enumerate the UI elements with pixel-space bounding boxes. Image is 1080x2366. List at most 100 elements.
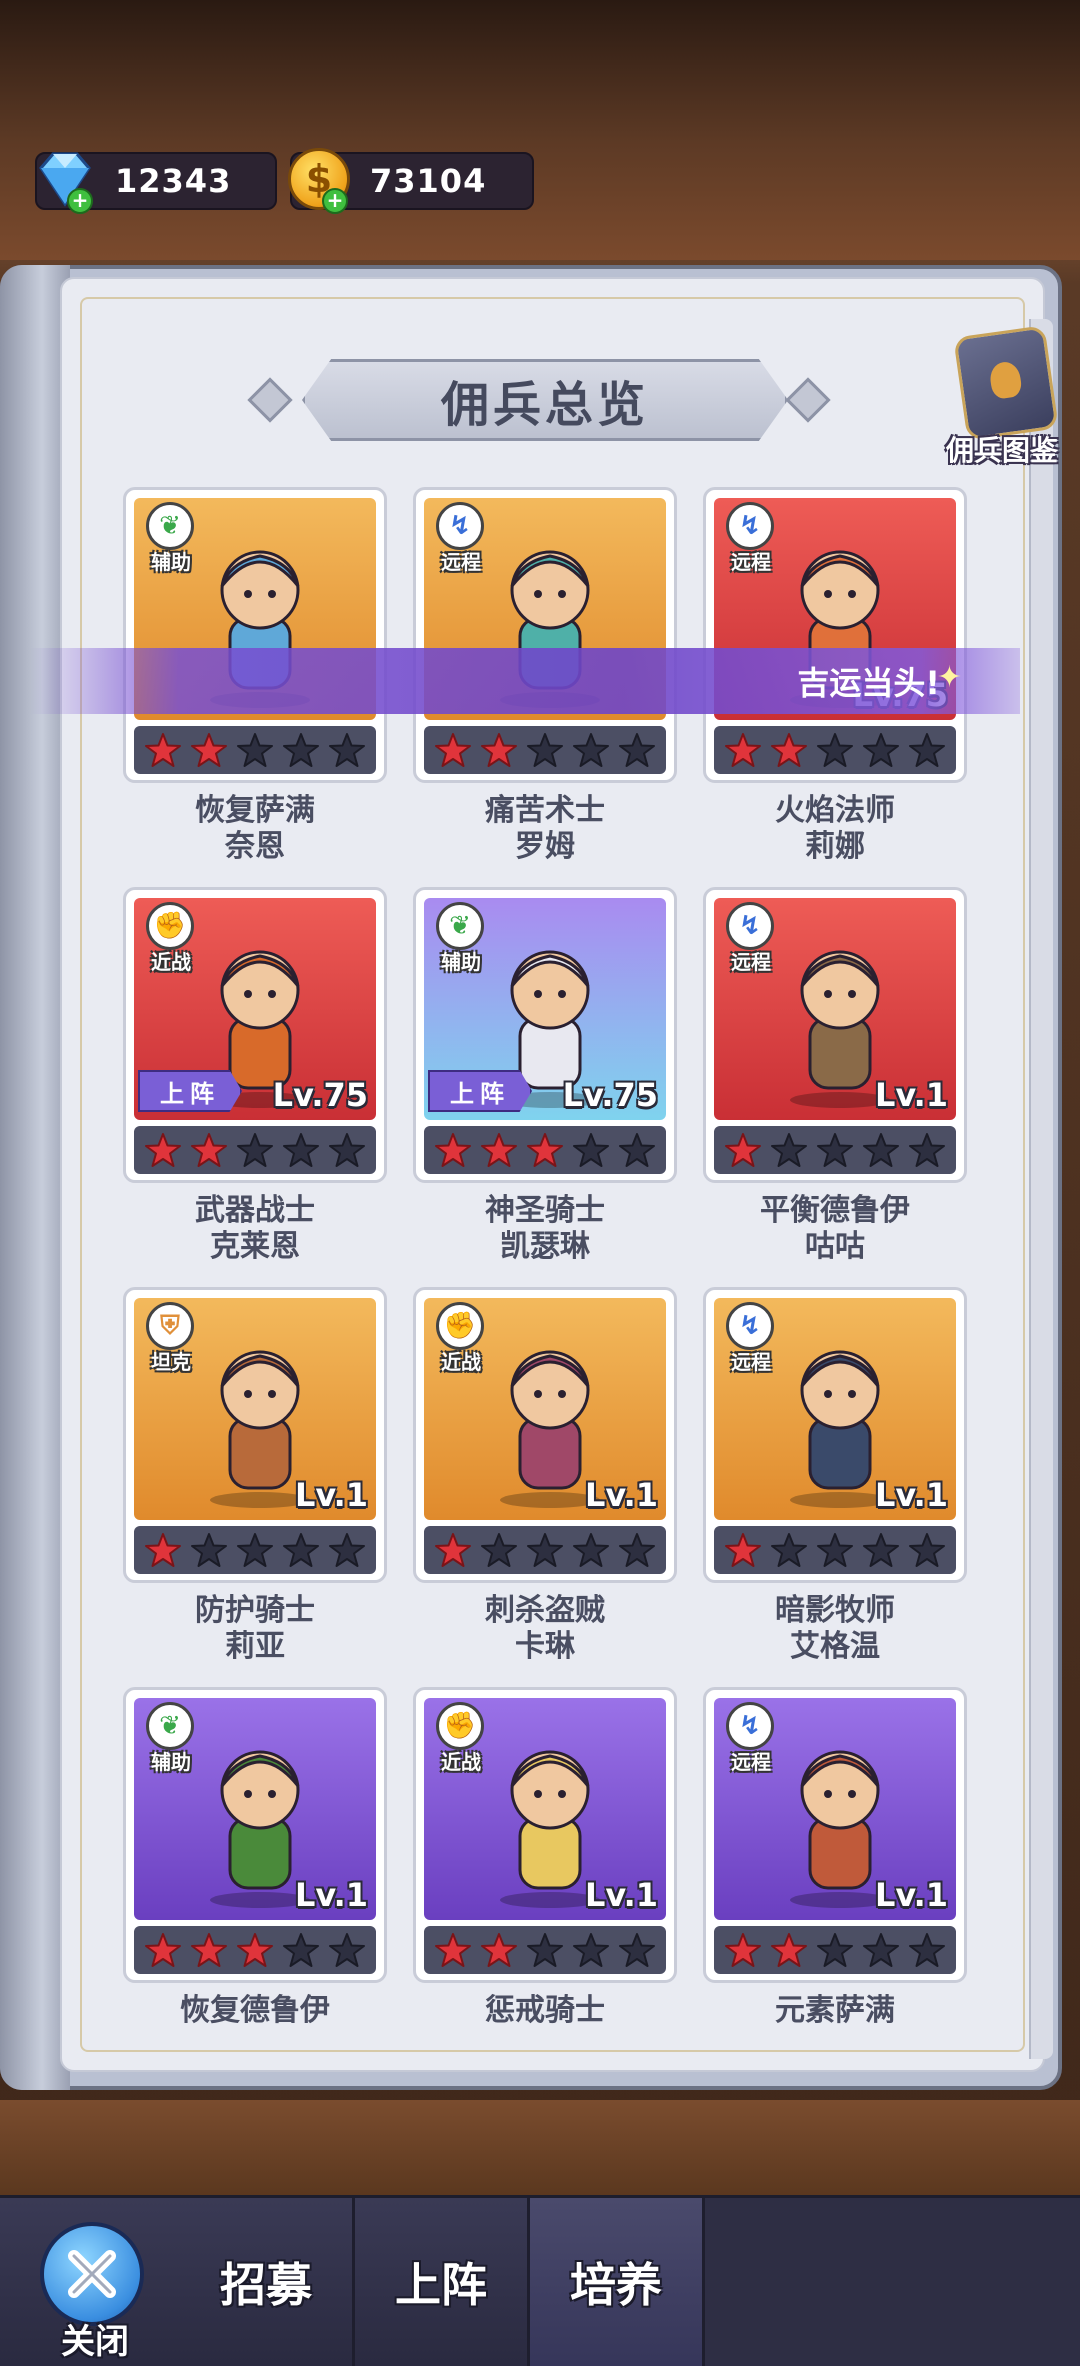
mercenary-card[interactable]: ↯ 远程 Lv.1 bbox=[703, 887, 967, 1183]
melee-role-icon: ✊ bbox=[436, 1702, 484, 1750]
bottom-nav: 招募 上阵 培养 bbox=[0, 2195, 1080, 2366]
mercenary-card[interactable]: ✊ 近战 Lv.1 bbox=[413, 1287, 677, 1583]
page-edge bbox=[1029, 319, 1053, 2059]
mercenary-card[interactable]: ↯ 远程 Lv.1 bbox=[703, 1687, 967, 1983]
level-label: Lv.1 bbox=[874, 1076, 948, 1114]
top-wood-bar bbox=[0, 0, 1080, 260]
star-rating bbox=[714, 1126, 956, 1174]
mercenary-class: 神圣骑士 bbox=[485, 1193, 605, 1228]
star-empty-icon bbox=[909, 1533, 945, 1567]
nav-train-button[interactable]: 培养 bbox=[530, 2198, 705, 2366]
star-filled-icon bbox=[237, 1933, 273, 1967]
mercenary-name: 暗影牧师 艾格温 bbox=[703, 1593, 967, 1665]
star-filled-icon bbox=[191, 1933, 227, 1967]
star-empty-icon bbox=[863, 1933, 899, 1967]
mercenary-name: 防护骑士 莉亚 bbox=[123, 1593, 387, 1665]
mercenary-card[interactable]: ↯远程Lv.75 bbox=[703, 487, 967, 783]
book-icon bbox=[953, 325, 1059, 441]
codex-button[interactable]: 佣兵图鉴 bbox=[942, 325, 1062, 481]
role-badge: ↯ 远程 bbox=[718, 902, 784, 974]
mercenary-class: 元素萨满 bbox=[775, 1993, 895, 2028]
role-badge: ✊ 近战 bbox=[428, 1302, 494, 1374]
star-empty-icon bbox=[573, 1933, 609, 1967]
close-button[interactable]: 关闭 bbox=[30, 2222, 160, 2362]
star-filled-icon bbox=[145, 1133, 181, 1167]
mercenary-name: 元素萨满 bbox=[703, 1993, 967, 2029]
mercenary-class: 刺杀盗贼 bbox=[485, 1593, 605, 1628]
star-empty-icon bbox=[237, 733, 273, 767]
mercenary-name: 恢复德鲁伊 bbox=[123, 1993, 387, 2029]
star-filled-icon bbox=[191, 733, 227, 767]
mercenary-given-name: 克莱恩 bbox=[210, 1229, 300, 1264]
level-label: Lv.1 bbox=[584, 1876, 658, 1914]
mercenary-name: 痛苦术士 罗姆 bbox=[413, 793, 677, 865]
gem-amount: 12343 bbox=[115, 162, 232, 200]
mercenary-name: 惩戒骑士 bbox=[413, 1993, 677, 2029]
star-empty-icon bbox=[481, 1533, 517, 1567]
star-empty-icon bbox=[283, 1933, 319, 1967]
role-badge: ❦ 辅助 bbox=[138, 1702, 204, 1774]
star-empty-icon bbox=[573, 1133, 609, 1167]
mercenary-name: 武器战士 克莱恩 bbox=[123, 1193, 387, 1265]
role-badge: ↯ 远程 bbox=[718, 1302, 784, 1374]
star-empty-icon bbox=[619, 1533, 655, 1567]
star-filled-icon bbox=[481, 1933, 517, 1967]
gem-counter[interactable]: + 12343 bbox=[35, 152, 277, 214]
mercenary-card[interactable]: ✊ 近战 Lv.1 bbox=[413, 1687, 677, 1983]
mercenary-card[interactable]: ❦ 辅助 bbox=[123, 487, 387, 783]
role-badge: ↯ 远程 bbox=[718, 1702, 784, 1774]
role-badge: ✊ 近战 bbox=[138, 902, 204, 974]
bottom-wood-bar bbox=[0, 2100, 1080, 2195]
add-gems-icon[interactable]: + bbox=[67, 188, 93, 214]
mercenary-card[interactable]: ✊ 近战 上阵 Lv.75 bbox=[123, 887, 387, 1183]
level-label: Lv.1 bbox=[874, 1876, 948, 1914]
star-filled-icon bbox=[435, 733, 471, 767]
role-badge: ⛨ 坦克 bbox=[138, 1302, 204, 1374]
mercenary-given-name: 罗姆 bbox=[515, 829, 575, 864]
role-label: 近战 bbox=[441, 1350, 481, 1374]
mercenary-card[interactable]: ⛨ 坦克 Lv.1 bbox=[123, 1287, 387, 1583]
mercenary-card[interactable]: ❦ 辅助 Lv.1 bbox=[123, 1687, 387, 1983]
star-empty-icon bbox=[817, 733, 853, 767]
mercenary-portrait: ✊ 近战 上阵 Lv.75 bbox=[134, 898, 376, 1120]
title-banner: 佣兵总览 bbox=[302, 359, 788, 441]
role-label: 远程 bbox=[731, 950, 771, 974]
star-filled-icon bbox=[725, 733, 761, 767]
star-rating bbox=[424, 1926, 666, 1974]
star-filled-icon bbox=[145, 733, 181, 767]
mercenary-class: 防护骑士 bbox=[195, 1593, 315, 1628]
level-label: Lv.1 bbox=[294, 1876, 368, 1914]
mercenary-card[interactable]: ↯ 远程 bbox=[413, 487, 677, 783]
ranged-role-icon: ↯ bbox=[726, 902, 774, 950]
star-rating bbox=[134, 1126, 376, 1174]
star-empty-icon bbox=[573, 733, 609, 767]
mercenary-class: 暗影牧师 bbox=[775, 1593, 895, 1628]
star-empty-icon bbox=[329, 1933, 365, 1967]
star-empty-icon bbox=[527, 733, 563, 767]
mercenary-given-name: 奈恩 bbox=[225, 829, 285, 864]
mercenary-given-name: 莉亚 bbox=[225, 1629, 285, 1664]
mercenary-card[interactable]: ↯ 远程 Lv.1 bbox=[703, 1287, 967, 1583]
star-empty-icon bbox=[619, 1933, 655, 1967]
nav-train-label: 培养 bbox=[570, 2258, 662, 2312]
melee-role-icon: ✊ bbox=[146, 902, 194, 950]
gold-counter[interactable]: $ + 73104 bbox=[288, 148, 534, 214]
add-gold-icon[interactable]: + bbox=[322, 188, 348, 214]
star-empty-icon bbox=[283, 1133, 319, 1167]
star-empty-icon bbox=[329, 1133, 365, 1167]
level-label: Lv.1 bbox=[584, 1476, 658, 1514]
star-empty-icon bbox=[329, 1533, 365, 1567]
mercenary-card[interactable]: ❦ 辅助 上阵 Lv.75 bbox=[413, 887, 677, 1183]
mercenary-given-name: 莉娜 bbox=[805, 829, 865, 864]
level-label: Lv.1 bbox=[874, 1476, 948, 1514]
mercenary-portrait: ⛨ 坦克 Lv.1 bbox=[134, 1298, 376, 1520]
role-label: 坦克 bbox=[151, 1350, 191, 1374]
star-empty-icon bbox=[237, 1133, 273, 1167]
star-empty-icon bbox=[909, 1133, 945, 1167]
role-label: 近战 bbox=[151, 950, 191, 974]
nav-deploy-button[interactable]: 上阵 bbox=[355, 2198, 530, 2366]
nav-recruit-button[interactable]: 招募 bbox=[180, 2198, 355, 2366]
support-role-icon: ❦ bbox=[146, 1702, 194, 1750]
star-filled-icon bbox=[725, 1533, 761, 1567]
star-filled-icon bbox=[435, 1533, 471, 1567]
